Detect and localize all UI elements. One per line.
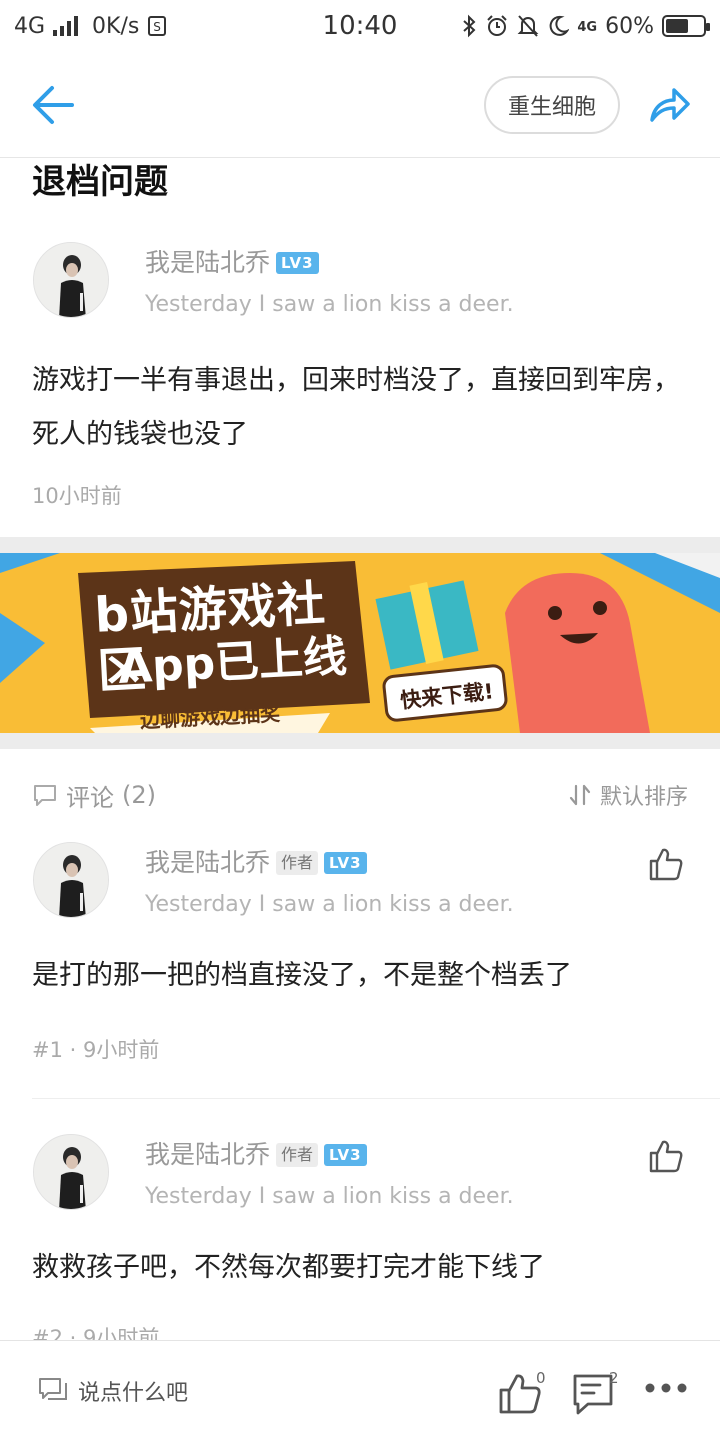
comments-title: 评论 (2) [32,778,156,813]
mute-bell-icon [517,15,539,37]
meta-separator: · [69,1038,84,1062]
status-bar-right: 4G 60% [461,13,710,39]
battery-icon [662,15,710,37]
author-name: 我是陆北乔 [145,248,271,277]
svg-text:S: S [154,20,162,34]
top-nav: 重生细胞 [0,52,720,158]
author-name: 我是陆北乔 [145,848,271,877]
comment-signature: Yesterday I saw a lion kiss a deer. [145,1184,514,1209]
status-bar: 4G 0K/s S 10:40 4G 60% [0,0,720,52]
comment-author[interactable]: 我是陆北乔 作者 LV3 [145,1140,367,1170]
avatar[interactable] [33,242,109,318]
banner-container: b站游戏社区 App已上线 边聊游戏边抽奖 快来下载! [0,537,720,749]
author-signature: Yesterday I saw a lion kiss a deer. [145,292,514,317]
comment-floor: #1 [32,1038,63,1062]
edit-comment-icon [39,1378,67,1400]
author-name: 我是陆北乔 [145,1140,271,1169]
signal-icon [53,16,79,36]
level-badge: LV3 [276,252,319,274]
comments-label: 评论 [66,783,114,812]
sort-arrows-icon [569,784,591,806]
comment-list-icon[interactable] [572,1373,614,1415]
comments-header: 评论 (2) 默认排序 [32,776,688,814]
network-type-2: 4G [577,19,598,35]
comment-time: 9小时前 [83,1038,160,1062]
promo-banner[interactable]: b站游戏社区 App已上线 边聊游戏边抽奖 快来下载! [0,553,720,733]
post-body: 游戏打一半有事退出，回来时档没了，直接回到牢房，死人的钱袋也没了 [32,365,680,450]
battery-percent: 60% [605,13,654,39]
alarm-icon [487,15,508,36]
more-dots-icon[interactable] [644,1381,688,1395]
thumbs-up-icon[interactable] [648,1138,684,1174]
speech-bubble-icon [34,785,56,806]
comments-count: (2) [122,781,156,809]
reply-input[interactable]: 说点什么吧 [38,1375,188,1407]
comment-author[interactable]: 我是陆北乔 作者 LV3 [145,848,367,878]
avatar-image [34,1135,108,1209]
reply-placeholder: 说点什么吧 [78,1381,189,1406]
network-speed: 0K/s [92,13,140,39]
comment-body: 救救孩子吧，不然每次都要打完才能下线了 [32,1252,545,1283]
topic-button[interactable]: 重生细胞 [484,76,620,134]
bottom-bar: 说点什么吧 0 2 [0,1340,720,1440]
sim-card-icon: S [148,16,167,36]
comment-body: 是打的那一把的档直接没了，不是整个档丢了 [32,960,572,991]
level-badge: LV3 [324,1144,367,1166]
avatar[interactable] [33,842,109,918]
comment-meta: #1 · 9小时前 [32,1034,159,1064]
author-tag: 作者 [276,1143,319,1167]
thumbs-up-icon[interactable] [648,846,684,882]
battery-fill [666,19,688,33]
post-time: 10小时前 [32,484,122,508]
author-tag: 作者 [276,851,319,875]
level-badge: LV3 [324,852,367,874]
bluetooth-icon [463,14,476,38]
arrow-left-icon[interactable] [30,84,76,126]
avatar-image [34,843,108,917]
sort-button[interactable]: 默认排序 [568,779,688,811]
avatar[interactable] [33,1134,109,1210]
moon-icon [550,15,570,36]
comment-signature: Yesterday I saw a lion kiss a deer. [145,892,514,917]
post-title: 退档问题 [32,162,168,202]
comment-count: 2 [609,1369,619,1387]
sort-label: 默认排序 [599,785,688,810]
avatar-image [34,243,108,317]
share-arrow-icon[interactable] [648,84,692,124]
status-bar-left: 4G 0K/s S [14,14,167,39]
network-type: 4G [14,13,46,39]
comment-divider [32,1098,720,1099]
like-count: 0 [536,1369,546,1387]
post-author[interactable]: 我是陆北乔 LV3 [145,248,319,278]
